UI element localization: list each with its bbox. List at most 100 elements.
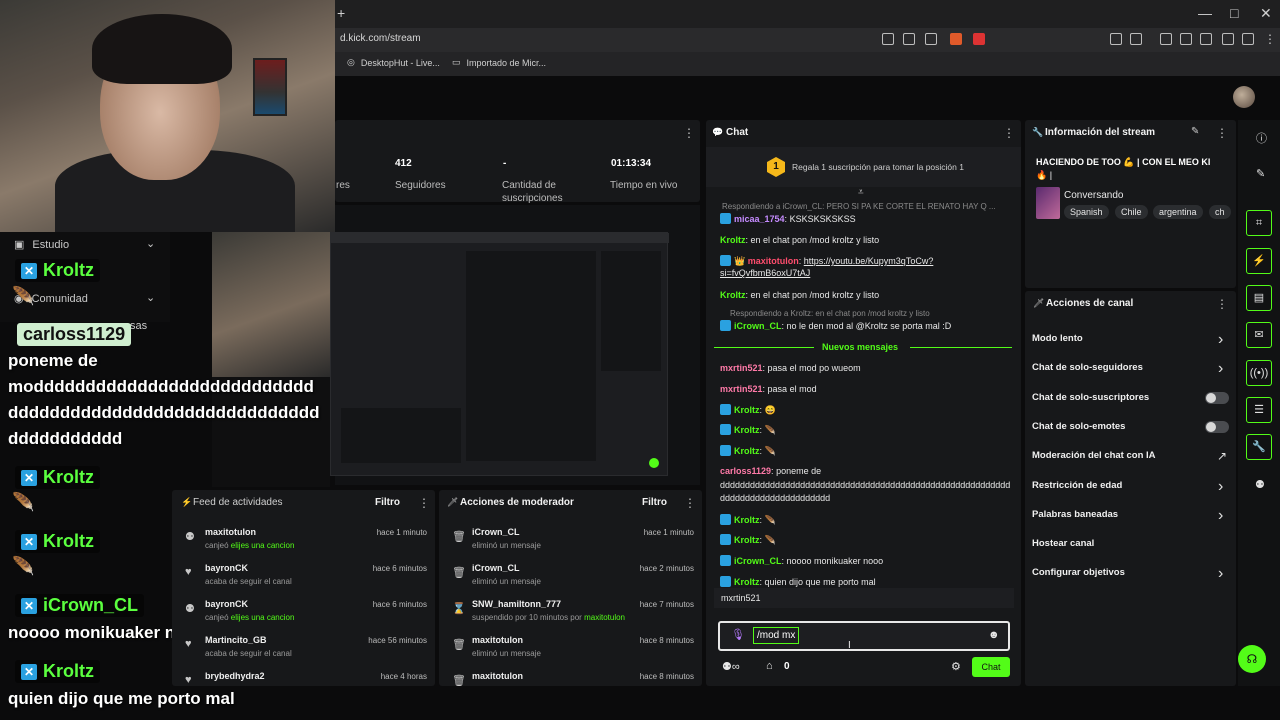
chat-message[interactable]: iCrown_CL: noooo monikuaker nooo [720, 555, 883, 567]
screenshot-icon[interactable] [1130, 33, 1142, 45]
rewards-icon[interactable] [973, 33, 985, 45]
broadcast-icon[interactable]: ((•)) [1246, 360, 1272, 386]
chat-link[interactable]: https://youtu.be/Kupym3qToCw? [804, 256, 934, 266]
menu-estudio[interactable]: ▣ Estudio [14, 238, 69, 252]
shield-icon[interactable] [1242, 33, 1254, 45]
community-icon[interactable]: ⚉∞ [722, 660, 740, 673]
music-icon[interactable] [1160, 33, 1172, 45]
chat-message[interactable]: Kroltz: 🪶 [720, 445, 776, 457]
close-icon[interactable]: ✕ [1260, 5, 1272, 22]
send-chat-button[interactable]: Chat [972, 657, 1010, 677]
chat-message[interactable]: micaa_1754: KSKSKSKSKSS [720, 213, 856, 225]
feed-username[interactable]: iCrown_CL [472, 563, 520, 573]
pin-collapse-icon[interactable]: ⩡ [858, 187, 864, 198]
lightning-icon[interactable]: ⚡ [1246, 248, 1272, 274]
feed-username[interactable]: SNW_hamiltonn_777 [472, 599, 561, 609]
brave-shield-icon[interactable] [950, 33, 962, 45]
new-tab-button[interactable]: + [337, 5, 345, 21]
feed-timestamp: hace 6 minutos [372, 564, 427, 573]
edit-icon[interactable]: ✎ [1191, 126, 1199, 137]
stream-title-cont: 🔥 | [1036, 170, 1053, 180]
key-icon[interactable] [903, 33, 915, 45]
menu-icon[interactable]: ⋮ [1264, 32, 1276, 46]
mention-suggestion-text[interactable]: mxrtin521 [721, 593, 761, 603]
chat-menu-icon[interactable]: ⋮ [1003, 126, 1015, 140]
store-icon[interactable]: ⌂ [766, 660, 773, 672]
bookmark-desktophut[interactable]: ◎ DesktopHut - Live... [347, 57, 440, 68]
chat-message[interactable]: Kroltz: 🪶 [720, 534, 776, 546]
chevron-right-icon[interactable]: › [1218, 360, 1223, 378]
chat-message[interactable]: Kroltz: quien dijo que me porto mal [720, 576, 876, 588]
list-icon[interactable]: ☰ [1246, 397, 1272, 423]
feed-username[interactable]: maxitotulon [205, 527, 256, 537]
avatar[interactable] [1233, 86, 1255, 108]
stream-info-menu-icon[interactable]: ⋮ [1216, 126, 1228, 140]
feed-username[interactable]: iCrown_CL [472, 527, 520, 537]
heart-icon: ♥ [185, 566, 192, 578]
external-link-icon[interactable]: ↗ [1217, 449, 1227, 463]
feed-filter-button[interactable]: Filtro [375, 497, 400, 508]
chat-message[interactable]: carloss1129: poneme de [720, 465, 821, 477]
feed-menu-icon[interactable]: ⋮ [418, 496, 430, 510]
feed-username[interactable]: bayronCK [205, 599, 248, 609]
chat-message[interactable]: mxrtin521: pasa el mod [720, 383, 817, 395]
mod-filter-button[interactable]: Filtro [642, 497, 667, 508]
share-icon[interactable] [925, 33, 937, 45]
chevron-right-icon[interactable]: › [1218, 565, 1223, 583]
kick-badge-icon [720, 404, 731, 415]
chevron-right-icon[interactable]: › [1218, 478, 1223, 496]
chevron-down-icon[interactable]: ⌄ [146, 291, 155, 304]
feed-username[interactable]: brybedhydra2 [205, 671, 265, 681]
chat-message[interactable]: Kroltz: 🪶 [720, 514, 776, 526]
gear-icon[interactable]: ⚙ [951, 660, 961, 673]
chat-message[interactable]: Kroltz: en el chat pon /mod kroltz y lis… [720, 289, 879, 301]
feed-username[interactable]: maxitotulon [472, 635, 523, 645]
support-headset-icon[interactable]: ☊ [1238, 645, 1266, 673]
stream-preview-video[interactable] [330, 232, 669, 476]
chat-message[interactable]: iCrown_CL: no le den mod al @Kroltz se p… [720, 320, 951, 332]
overlay-user-badge: ✕ iCrown_CL [15, 594, 145, 617]
stats-menu-icon[interactable]: ⋮ [683, 126, 695, 140]
chat-message[interactable]: Kroltz: 🪶 [720, 424, 776, 436]
info-icon[interactable]: ⓘ [1256, 130, 1267, 146]
chat-input[interactable]: /mod mx [753, 627, 800, 644]
microphone-icon[interactable]: 🎙 [731, 628, 745, 641]
activity-feed-title: Feed de actividades [193, 497, 283, 508]
mod-actions-title: Acciones de moderador [460, 497, 574, 508]
mute-icon[interactable] [882, 33, 894, 45]
pencil-icon[interactable]: ✎ [1256, 167, 1265, 180]
extensions-icon[interactable] [1110, 33, 1122, 45]
minimize-icon[interactable]: — [1198, 5, 1212, 21]
mod-menu-icon[interactable]: ⋮ [684, 496, 696, 510]
sidebar-icon[interactable] [1180, 33, 1192, 45]
tag-pill: Spanish [1064, 205, 1109, 219]
bookmark-imported[interactable]: ▭ Importado de Micr... [452, 57, 546, 68]
vpn-icon[interactable] [1222, 33, 1234, 45]
toggle-switch[interactable] [1205, 391, 1229, 404]
chat-icon[interactable]: ✉ [1246, 322, 1272, 348]
chat-link[interactable]: si=fvQvfbmB6oxU7tAJ [720, 267, 810, 279]
scan-icon[interactable]: ⌗ [1246, 210, 1272, 236]
feed-username[interactable]: bayronCK [205, 563, 248, 573]
stat-uptime-value: 01:13:34 [611, 158, 652, 169]
overlay-user-badge: ✕ Kroltz [15, 466, 100, 489]
toggle-switch[interactable] [1205, 420, 1229, 433]
maximize-icon[interactable]: □ [1230, 5, 1238, 21]
chat-message[interactable]: mxrtin521: pasa el mod po wueom [720, 362, 861, 374]
community-icon[interactable]: ⚉ [1255, 478, 1265, 491]
wallet-icon[interactable] [1200, 33, 1212, 45]
emoji-icon[interactable]: ☻ [988, 629, 1000, 641]
document-icon[interactable]: ▤ [1246, 285, 1272, 311]
chevron-right-icon[interactable]: › [1218, 331, 1223, 349]
feed-username[interactable]: Martincito_GB [205, 635, 267, 645]
channel-actions-menu-icon[interactable]: ⋮ [1216, 297, 1228, 311]
feed-username[interactable]: maxitotulon [472, 671, 523, 681]
url-text[interactable]: d.kick.com/stream [340, 33, 421, 44]
chat-message[interactable]: Kroltz: 😄 [720, 404, 776, 416]
chevron-down-icon[interactable]: ⌄ [146, 237, 155, 250]
chat-message[interactable]: 👑 maxitotulon: https://youtu.be/Kupym3qT… [720, 255, 933, 267]
browser-tab-bar [335, 0, 1280, 28]
tool-icon[interactable]: 🔧 [1246, 434, 1272, 460]
chat-message[interactable]: Kroltz: en el chat pon /mod kroltz y lis… [720, 234, 879, 246]
chevron-right-icon[interactable]: › [1218, 507, 1223, 525]
